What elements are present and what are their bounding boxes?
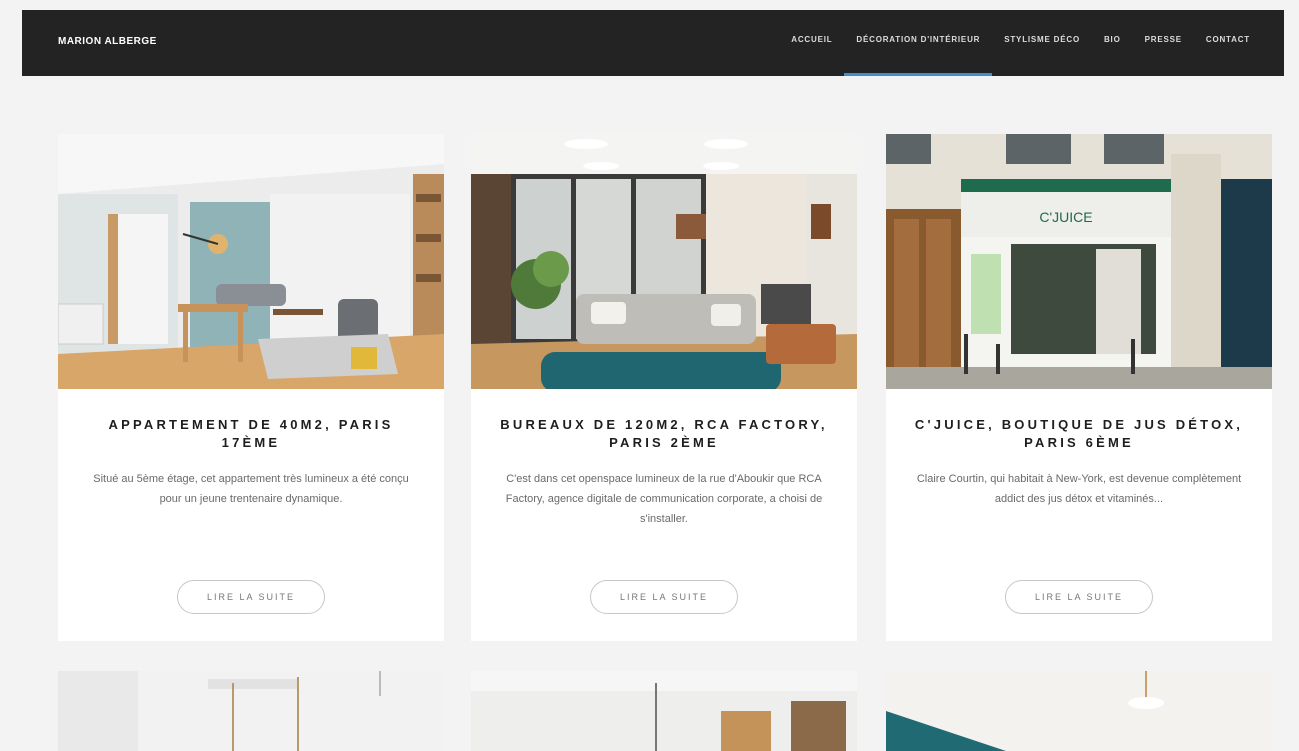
card-title[interactable]: BUREAUX DE 120M2, RCA FACTORY, PARIS 2ÈM… xyxy=(491,416,837,452)
read-more-button[interactable]: LIRE LA SUITE xyxy=(590,580,738,614)
project-photo-row2-2 xyxy=(471,671,857,751)
project-card-bureaux: BUREAUX DE 120M2, RCA FACTORY, PARIS 2ÈM… xyxy=(471,134,857,641)
shop-sign-text: C'JUICE xyxy=(1039,209,1092,225)
site-logo[interactable]: MARION ALBERGE xyxy=(58,36,157,47)
project-card-row2-2[interactable] xyxy=(471,671,857,751)
nav-item-decoration-interieur[interactable]: DÉCORATION D'INTÉRIEUR xyxy=(844,10,993,76)
project-photo-row2-1 xyxy=(58,671,444,751)
nav-item-presse[interactable]: PRESSE xyxy=(1133,10,1194,76)
project-photo-shop-front[interactable]: C'JUICE xyxy=(886,134,1272,389)
project-photo-living-room[interactable] xyxy=(58,134,444,389)
nav-item-contact[interactable]: CONTACT xyxy=(1194,10,1262,76)
card-excerpt: Situé au 5ème étage, cet appartement trè… xyxy=(93,473,409,505)
project-card-appartement: APPARTEMENT DE 40M2, PARIS 17ÈME Situé a… xyxy=(58,134,444,641)
read-more-button[interactable]: LIRE LA SUITE xyxy=(1005,580,1153,614)
top-navbar: MARION ALBERGE ACCUEIL DÉCORATION D'INTÉ… xyxy=(22,10,1284,76)
project-photo-office[interactable] xyxy=(471,134,857,389)
nav-item-accueil[interactable]: ACCUEIL xyxy=(779,10,844,76)
card-excerpt: C'est dans cet openspace lumineux de la … xyxy=(505,473,823,525)
card-excerpt: Claire Courtin, qui habitait à New-York,… xyxy=(916,473,1242,505)
project-card-row2-3[interactable] xyxy=(886,671,1272,751)
nav-item-stylisme-deco[interactable]: STYLISME DÉCO xyxy=(992,10,1092,76)
nav-item-bio[interactable]: BIO xyxy=(1092,10,1133,76)
read-more-button[interactable]: LIRE LA SUITE xyxy=(177,580,325,614)
card-title[interactable]: APPARTEMENT DE 40M2, PARIS 17ÈME xyxy=(78,416,424,452)
project-photo-row2-3 xyxy=(886,671,1272,751)
project-card-cjuice: C'JUICE C'JUICE, BOUTIQUE DE JUS DÉTOX, … xyxy=(886,134,1272,641)
card-title[interactable]: C'JUICE, BOUTIQUE DE JUS DÉTOX, PARIS 6È… xyxy=(906,416,1252,452)
main-menu: ACCUEIL DÉCORATION D'INTÉRIEUR STYLISME … xyxy=(779,10,1262,76)
project-card-row2-1[interactable] xyxy=(58,671,444,751)
